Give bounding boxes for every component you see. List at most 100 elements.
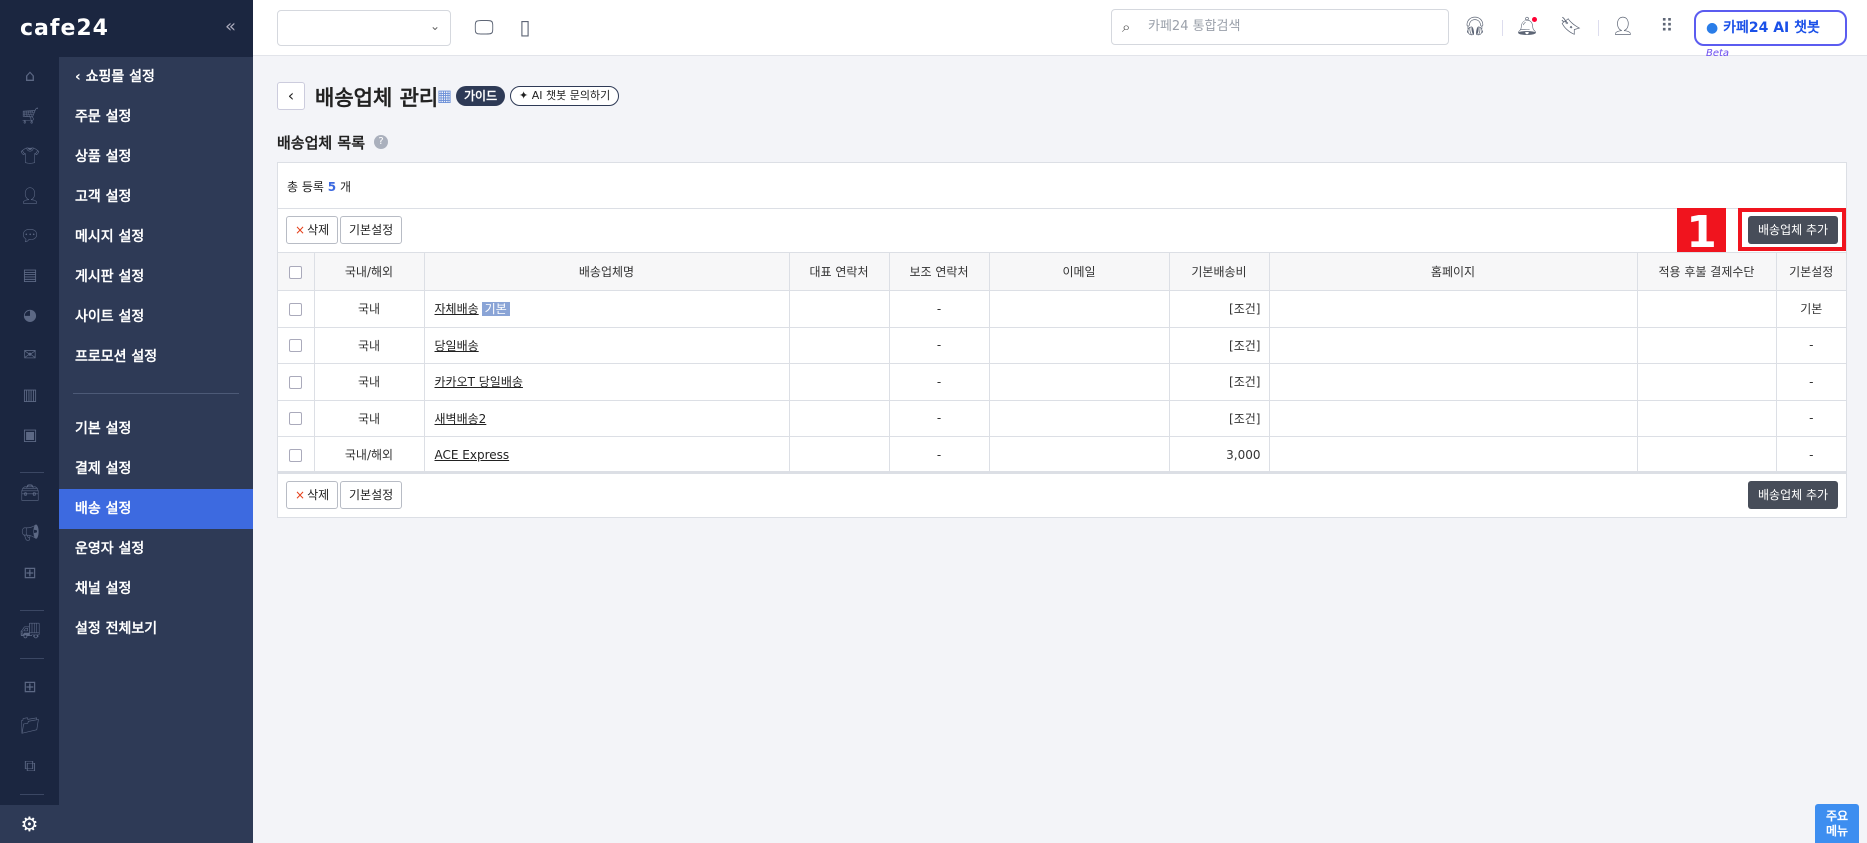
submenu-item[interactable]: 주문 설정 [59,97,253,137]
row-checkbox[interactable] [278,326,315,364]
excel-icon[interactable]: ▣ [20,425,40,445]
sparkle-icon: ✦ [519,89,529,102]
row-checkbox[interactable] [278,436,315,474]
ai-chatbot-button[interactable]: ● 카페24 AI 챗봇 Beta [1694,10,1847,59]
close-icon: × [295,488,306,502]
phone2-cell: - [888,290,990,328]
main-menu-button[interactable]: 주요 메뉴 [1815,804,1859,843]
name-cell: 새벽배송2 [423,399,790,437]
beta-label: Beta [1706,48,1730,59]
submenu-item[interactable]: 결제 설정 [59,449,253,489]
truck-icon[interactable]: 🚚︎ [20,621,40,641]
back-button[interactable]: ‹ [277,82,305,110]
annotation-label: 1 [1677,208,1726,258]
phone2-cell: - [888,436,990,474]
postpay-cell [1636,436,1777,474]
cafe24-logo[interactable]: cafe24 [20,16,109,41]
postpay-cell [1636,363,1777,401]
shop-select[interactable]: ⌄ [277,10,451,46]
set-default-button[interactable]: 기본설정 [340,216,403,244]
phone-cell [788,290,890,328]
submenu-back-link[interactable]: ‹ 쇼핑몰 설정 [59,57,253,97]
submenu-item[interactable]: 고객 설정 [59,177,253,217]
ai-chatbot-label: 카페24 AI 챗봇 [1723,20,1820,36]
carrier-name-link[interactable]: 새벽배송2 [435,412,487,426]
phone-cell [788,326,890,364]
default-cell: 기본 [1775,290,1846,328]
apps-add-icon[interactable]: ⊞ [20,677,40,697]
set-default-button-bottom[interactable]: 기본설정 [340,481,403,509]
link-icon[interactable]: ⧉ [20,756,40,776]
submenu-item[interactable]: 기본 설정 [59,409,253,449]
guide-badge[interactable]: 가이드 [456,86,506,106]
phone-cell [788,399,890,437]
palette-icon[interactable]: ◕ [20,305,40,325]
phone2-cell: - [888,363,990,401]
chat-icon[interactable]: 💬︎ [20,226,40,246]
toolbox-icon[interactable]: 🧰︎ [20,483,40,503]
rail-divider [20,658,44,659]
bookmark-icon[interactable]: 🔖︎ [1559,14,1583,40]
account-icon[interactable]: 👤︎ [1611,14,1635,40]
delete-button-bottom[interactable]: × 삭제 [286,481,339,509]
board-icon[interactable]: ▤ [20,265,40,285]
search-input[interactable]: ⌕ 카페24 통합검색 [1111,9,1449,45]
fee-cell: [조건] [1168,290,1270,328]
region-cell: 국내 [313,326,425,364]
postpay-cell [1636,399,1777,437]
row-checkbox[interactable] [278,399,315,437]
submenu-item[interactable]: 상품 설정 [59,137,253,177]
promotion-icon[interactable]: ✉ [20,345,40,365]
submenu-item[interactable]: 사이트 설정 [59,297,253,337]
submenu-item[interactable]: 게시판 설정 [59,257,253,297]
chart-icon[interactable]: ▥ [20,385,40,405]
carrier-name-link[interactable]: 자체배송 [435,302,479,316]
delete-button[interactable]: × 삭제 [286,216,339,244]
default-cell: - [1775,326,1846,364]
submenu-item[interactable]: 설정 전체보기 [59,609,253,649]
search-icon: ⌕ [1122,18,1131,36]
desktop-icon[interactable]: 🖵 [472,15,496,41]
default-cell: - [1775,363,1846,401]
row-checkbox[interactable] [278,363,315,401]
collapse-sidebar-icon[interactable]: « [225,16,236,37]
count-value: 5 [327,180,337,194]
fee-cell: [조건] [1168,363,1270,401]
mobile-icon[interactable]: ▯ [513,15,537,41]
col-phone2: 보조 연락처 [888,252,990,291]
folder-add-icon[interactable]: 📁︎ [20,716,40,736]
tshirt-icon[interactable]: 👕︎ [20,146,40,166]
carrier-name-link[interactable]: 카카오T 당일배송 [435,375,523,389]
table-row: 국내 카카오T 당일배송 - [조건] - [278,363,1846,401]
submenu-item[interactable]: 배송 설정 [59,489,253,529]
home-icon[interactable]: ⌂ [20,66,40,86]
person-icon[interactable]: 👤︎ [20,186,40,206]
ai-ask-button[interactable]: ✦ AI 챗봇 문의하기 [510,86,620,106]
cart-icon[interactable]: 🛒︎ [20,106,40,126]
submenu-item[interactable]: 채널 설정 [59,569,253,609]
megaphone-icon[interactable]: 📢︎ [20,523,40,543]
ai-ask-label: AI 챗봇 문의하기 [531,89,611,102]
phone-cell [788,436,890,474]
select-all-checkbox[interactable] [278,252,315,291]
gear-icon[interactable]: ⚙ [0,805,59,843]
default-cell: - [1775,436,1846,474]
region-cell: 국내 [313,399,425,437]
carrier-name-link[interactable]: 당일배송 [435,339,479,353]
carrier-name-link[interactable]: ACE Express [435,448,510,462]
name-cell: 자체배송 기본 [423,290,790,328]
divider [1598,20,1599,36]
section-title: 배송업체 목록 [277,134,366,152]
row-checkbox[interactable] [278,290,315,328]
apps-grid-icon[interactable]: ⠿ [1655,14,1679,40]
phone2-cell: - [888,326,990,364]
submenu-item[interactable]: 프로모션 설정 [59,337,253,377]
submenu-item[interactable]: 메시지 설정 [59,217,253,257]
add-carrier-button-bottom[interactable]: 배송업체 추가 [1748,481,1839,509]
divider [278,208,1846,209]
submenu-item[interactable]: 운영자 설정 [59,529,253,569]
chatbot-icon: ● [1706,20,1719,36]
help-icon[interactable]: ? [374,135,388,149]
headset-icon[interactable]: 🎧︎ [1463,14,1487,40]
store-add-icon[interactable]: ⊞ [20,563,40,583]
